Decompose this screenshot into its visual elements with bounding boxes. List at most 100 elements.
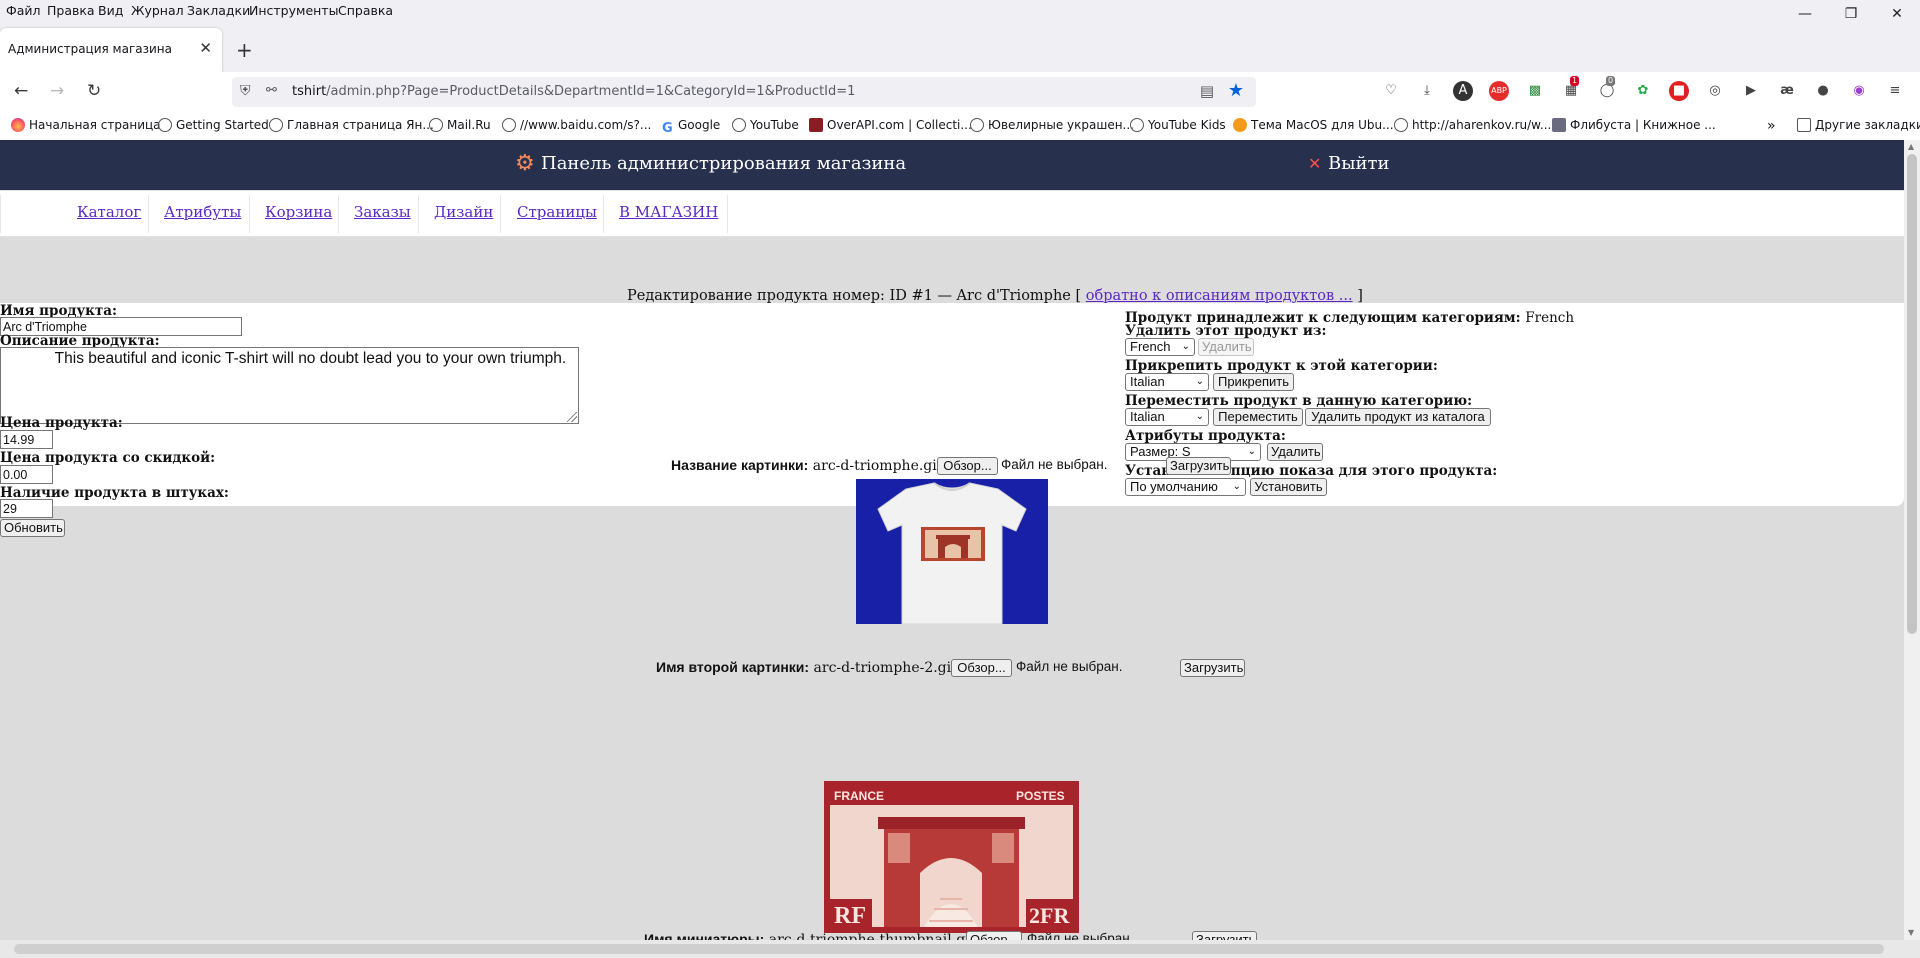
bookmark-item[interactable]: Ювелирные украшен... [970, 118, 1134, 132]
bookmark-item[interactable]: Mail.Ru [429, 118, 491, 132]
extension-download-icon[interactable]: ▩ [1525, 81, 1545, 101]
image1-upload-button[interactable]: Загрузить [1166, 457, 1231, 475]
menu-help[interactable]: Справка [338, 3, 393, 18]
restore-icon[interactable]: ❐ [1828, 0, 1874, 28]
scroll-down-icon[interactable]: ▼ [1908, 928, 1914, 937]
back-to-products-link[interactable]: обратно к описаниям продуктов ... [1086, 288, 1353, 304]
price-input[interactable]: 14.99 [0, 430, 53, 449]
update-button[interactable]: Обновить [0, 519, 65, 537]
stock-input[interactable]: 29 [0, 499, 53, 518]
url-text[interactable]: tshirt/admin.php?Page=ProductDetails&Dep… [292, 84, 855, 99]
nav-pages[interactable]: Страницы [517, 203, 597, 221]
bookmark-item[interactable]: //www.baidu.com/s?... [502, 118, 651, 132]
new-tab-icon[interactable]: + [236, 38, 253, 62]
bookmark-item[interactable]: YouTube [732, 118, 799, 132]
horizontal-scrollbar[interactable] [0, 940, 1920, 958]
image3-upload-button[interactable]: Загрузить [1192, 931, 1257, 940]
vertical-scrollbar[interactable]: ▲ ▼ [1904, 140, 1920, 940]
reload-icon[interactable]: ↻ [87, 81, 101, 101]
nav-attributes[interactable]: Атрибуты [164, 203, 241, 221]
tracking-shield-icon[interactable]: ⛨ [240, 83, 251, 99]
logout-x-icon[interactable]: ✕ [1308, 154, 1321, 173]
bookmarks-overflow-icon[interactable]: » [1767, 118, 1776, 134]
nav-design[interactable]: Дизайн [434, 203, 493, 221]
nav-orders[interactable]: Заказы [354, 203, 411, 221]
bookmark-item[interactable]: Флибуста | Книжное ... [1552, 118, 1716, 132]
nav-divider [148, 195, 149, 233]
extension-people-icon[interactable]: ● [1813, 81, 1833, 101]
description-text: This beautiful and iconic T-shirt will n… [3, 350, 567, 367]
image3-nofile-text: Файл не выбран. [1027, 931, 1134, 940]
extension-leaf-icon[interactable]: ✿ [1633, 81, 1653, 101]
extension-play-icon[interactable]: ▶ [1741, 81, 1761, 101]
image2-upload-button[interactable]: Загрузить [1180, 659, 1245, 677]
attributes-label: Атрибуты продукта: [1125, 428, 1286, 444]
reader-view-icon[interactable]: ▤ [1200, 82, 1214, 100]
move-button[interactable]: Переместить [1213, 408, 1303, 426]
menu-file[interactable]: Файл [6, 3, 41, 18]
menu-bookmarks[interactable]: Закладки [187, 3, 250, 18]
resize-grip-icon[interactable] [567, 412, 577, 422]
adblock-icon[interactable]: ABP [1489, 81, 1509, 101]
minimize-icon[interactable]: — [1782, 0, 1828, 28]
close-window-icon[interactable]: ✕ [1874, 0, 1920, 28]
pocket-icon[interactable]: ♡ [1381, 81, 1401, 101]
other-bookmarks[interactable]: Другие закладки [1797, 118, 1920, 132]
extension-ae-icon[interactable]: æ [1777, 81, 1797, 101]
discount-price-input[interactable]: 0.00 [0, 465, 53, 484]
extension-puzzle-icon[interactable]: ▦ 1 [1561, 76, 1581, 101]
menu-view[interactable]: Вид [98, 3, 123, 18]
bookmark-item[interactable]: http://aharenkov.ru/w... [1394, 118, 1551, 132]
bookmark-item[interactable]: OverAPI.com | Collecti... [809, 118, 972, 132]
nav-to-store[interactable]: В МАГАЗИН [619, 203, 718, 221]
url-bar[interactable]: ⛨ ⚯ tshirt/admin.php?Page=ProductDetails… [232, 77, 1256, 107]
bookmark-item[interactable]: G Google [662, 118, 720, 136]
attach-button[interactable]: Прикрепить [1213, 373, 1294, 391]
extension-shield-icon[interactable]: ◯ 0 [1597, 76, 1617, 101]
horizontal-scroll-thumb[interactable] [14, 944, 1884, 954]
stamp-text-rf: RF [834, 903, 866, 929]
bookmark-star-icon[interactable]: ★ [1228, 80, 1244, 101]
extension-radio-icon[interactable]: ◉ [1849, 81, 1869, 101]
menu-tools[interactable]: Инструменты [249, 3, 338, 18]
site-info-icon[interactable]: ⚯ [266, 83, 277, 98]
tab-close-icon[interactable]: ✕ [199, 39, 212, 57]
set-display-button[interactable]: Установить [1250, 478, 1327, 496]
bookmark-item[interactable]: Начальная страница [11, 118, 161, 132]
google-icon: G [662, 121, 673, 136]
menu-history[interactable]: Журнал [131, 3, 184, 18]
hamburger-menu-icon[interactable]: ≡ [1885, 81, 1905, 101]
menu-edit[interactable]: Правка [47, 3, 95, 18]
logout-link[interactable]: Выйти [1328, 153, 1390, 174]
remove-attribute-button[interactable]: Удалить [1267, 443, 1323, 461]
remove-category-select[interactable]: French ⌄ [1125, 338, 1195, 356]
vertical-scroll-thumb[interactable] [1907, 154, 1917, 634]
admin-nav: Каталог Атрибуты Корзина Заказы Дизайн С… [0, 190, 1904, 237]
nav-catalog[interactable]: Каталог [77, 203, 141, 221]
delete-from-catalog-button[interactable]: Удалить продукт из каталога [1305, 408, 1491, 426]
product-description-textarea[interactable]: This beautiful and iconic T-shirt will n… [0, 347, 579, 424]
image3-browse-button[interactable]: Обзор... [966, 931, 1022, 940]
move-label: Переместить продукт в данную категорию: [1125, 393, 1473, 409]
bookmark-item[interactable]: YouTube Kids [1130, 118, 1226, 132]
nav-cart[interactable]: Корзина [265, 203, 332, 221]
display-option-select[interactable]: По умолчанию ⌄ [1125, 478, 1246, 496]
browser-tab[interactable]: Администрация магазина ✕ [0, 28, 222, 72]
extension-globe-icon[interactable]: ◎ [1705, 81, 1725, 101]
extension-stop-icon[interactable]: ■ [1669, 81, 1689, 101]
account-icon[interactable]: A [1453, 81, 1473, 101]
move-category-select[interactable]: Italian ⌄ [1125, 408, 1209, 426]
image1-browse-button[interactable]: Обзор... [937, 457, 998, 475]
scroll-up-icon[interactable]: ▲ [1908, 142, 1914, 151]
bookmark-item[interactable]: Главная страница Ян... [269, 118, 434, 132]
downloads-icon[interactable]: ⤓ [1417, 81, 1437, 101]
back-icon[interactable]: ← [14, 81, 28, 101]
bookmark-item[interactable]: Getting Started [158, 118, 269, 132]
stamp-image: FRANCE POSTES RF 2FR [824, 781, 1079, 933]
remove-category-button[interactable]: Удалить [1198, 338, 1254, 356]
bookmark-item[interactable]: Тема MacOS для Ubu... [1233, 118, 1394, 132]
gear-icon: ⚙ [515, 151, 535, 176]
forward-icon[interactable]: → [50, 81, 64, 101]
image2-browse-button[interactable]: Обзор... [951, 659, 1012, 677]
attach-category-select[interactable]: Italian ⌄ [1125, 373, 1209, 391]
